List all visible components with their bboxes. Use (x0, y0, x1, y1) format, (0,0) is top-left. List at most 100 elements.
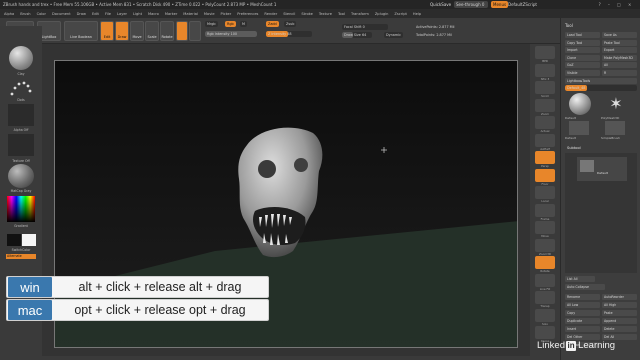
subtool-all-high-button[interactable]: All High (602, 302, 637, 308)
tool-paste-tool-button[interactable]: Paste Tool (602, 39, 637, 46)
menu-help[interactable]: Help (413, 12, 421, 16)
tool-import-button[interactable]: Import (565, 47, 600, 53)
m-button[interactable]: M (240, 21, 247, 27)
clay-brush-icon[interactable] (9, 46, 33, 70)
move-button[interactable]: Move (130, 21, 144, 41)
menu-color[interactable]: Color (37, 12, 46, 16)
menu-file[interactable]: File (105, 12, 111, 16)
menu-picker[interactable]: Picker (221, 12, 232, 16)
tool-thumb-simplebrush[interactable] (605, 121, 625, 135)
see-through-slider[interactable]: See-through 0 (454, 1, 488, 8)
menu-zplugin[interactable]: Zplugin (375, 12, 389, 16)
tool-all-button[interactable]: All (602, 62, 637, 68)
menu-document[interactable]: Document (52, 12, 71, 16)
zsub-button[interactable]: Zsub (284, 21, 297, 27)
subtool-copy-button[interactable]: Copy (565, 310, 600, 316)
right-shelf-move-button[interactable] (535, 221, 555, 234)
sphere-mode-icon[interactable] (189, 21, 201, 41)
rotate-button[interactable]: Rotate (160, 21, 174, 41)
menu-light[interactable]: Light (133, 12, 142, 16)
menu-layer[interactable]: Layer (117, 12, 127, 16)
tool-load-tool-button[interactable]: Load Tool (565, 32, 600, 38)
maximize-icon[interactable]: □ (617, 2, 621, 7)
main-color-swatch[interactable] (7, 234, 21, 246)
alpha-off-icon[interactable] (8, 104, 34, 126)
right-shelf-zoom-button[interactable] (535, 98, 555, 112)
subtool-append-button[interactable]: Append (602, 318, 637, 324)
minimize-icon[interactable]: – (608, 2, 610, 7)
menu-zscript[interactable]: Zscript (394, 12, 406, 16)
matcap-gray-icon[interactable] (8, 164, 34, 188)
right-shelf-solo-button[interactable] (535, 308, 555, 322)
tool-slider[interactable]: Default_48 (565, 85, 637, 91)
draw-button[interactable]: Draw (115, 21, 129, 41)
right-shelf-actual-button[interactable] (535, 116, 555, 129)
tool-thumb-polymesh-icon[interactable]: ✶ (605, 93, 627, 115)
menu-preferences[interactable]: Preferences (237, 12, 258, 16)
menu-stroke[interactable]: Stroke (301, 12, 312, 16)
subtool-insert-button[interactable]: Insert (565, 326, 600, 332)
edit-button[interactable]: Edit (100, 21, 114, 41)
tool-thumb-default-2[interactable] (569, 121, 589, 135)
close-icon[interactable]: × (628, 2, 631, 7)
mrgb-button[interactable]: Mrgb (205, 21, 218, 27)
help-icon[interactable]: ? (599, 2, 601, 7)
subtool-autoreorder-button[interactable]: AutoReorder (602, 294, 637, 300)
right-shelf-frame-button[interactable] (535, 203, 555, 217)
subtool-duplicate-button[interactable]: Duplicate (565, 318, 600, 324)
secondary-color-swatch[interactable] (22, 234, 36, 246)
right-shelf-floor-button[interactable] (535, 168, 555, 182)
subtool-all-low-button[interactable]: All Low (565, 302, 600, 308)
tool-export-button[interactable]: Export (602, 47, 637, 53)
list-all-button[interactable]: List All (565, 276, 595, 282)
default-zscript-button[interactable]: DefaultZScript (508, 1, 537, 8)
tool-goz-button[interactable]: GoZ (565, 62, 600, 68)
scale-button[interactable]: Scale (145, 21, 159, 41)
tool-make-polymesh3d-button[interactable]: Make PolyMesh3D (602, 54, 637, 61)
right-shelf-spix-3-button[interactable] (535, 63, 555, 77)
menu-movie[interactable]: Movie (204, 12, 215, 16)
z-intensity-slider[interactable]: Z Intensity 48 (266, 31, 312, 37)
auto-collapse-button[interactable]: Auto Collapse (565, 284, 605, 290)
right-shelf-zoom3d-button[interactable] (535, 238, 555, 252)
subtool-rename-button[interactable]: Rename (565, 294, 600, 300)
dynamic-button[interactable]: Dynamic (384, 32, 403, 38)
subtool-delete-button[interactable]: Delete (602, 326, 637, 332)
draw-size-slider[interactable]: Draw Size 64 (342, 32, 372, 38)
right-shelf-transp-button[interactable] (535, 291, 555, 304)
right-shelf-persp-button[interactable] (535, 151, 555, 164)
window-controls[interactable]: ? – □ × (595, 1, 635, 8)
menu-draw[interactable]: Draw (77, 12, 86, 16)
tool-save-as-button[interactable]: Save As (602, 32, 637, 38)
brush-mode-icon[interactable] (176, 21, 188, 41)
alternate-button[interactable]: Alternate (6, 254, 36, 259)
menus-button[interactable]: Menus (491, 1, 509, 8)
right-shelf-aahalf-button[interactable] (535, 133, 555, 147)
switch-color-label[interactable]: SwitchColor (0, 248, 42, 252)
subtool-paste-button[interactable]: Paste (602, 310, 637, 316)
rgb-intensity-slider[interactable]: Rgb Intensity 100 (205, 31, 257, 37)
menu-stencil[interactable]: Stencil (283, 12, 295, 16)
menu-transform[interactable]: Transform (351, 12, 369, 16)
focal-shift-slider[interactable]: Focal Shift 0 (342, 24, 388, 30)
right-shelf-line-fill-button[interactable] (535, 273, 555, 287)
menu-alpha[interactable]: Alpha (4, 12, 14, 16)
menu-material[interactable]: Material (183, 12, 198, 16)
lightbox-tools-button[interactable]: Lightbox▸Tools (565, 78, 637, 84)
menu-render[interactable]: Render (264, 12, 277, 16)
color-picker[interactable] (7, 196, 35, 222)
menu-edit[interactable]: Edit (92, 12, 99, 16)
tool-copy-tool-button[interactable]: Copy Tool (565, 39, 600, 46)
right-shelf-scroll-button[interactable] (535, 81, 555, 94)
menu-brush[interactable]: Brush (20, 12, 30, 16)
right-shelf-bpr-button[interactable] (535, 46, 555, 59)
tool-thumb-default[interactable] (569, 93, 591, 115)
rgb-button[interactable]: Rgb (225, 21, 236, 27)
right-shelf-rotate-button[interactable] (535, 256, 555, 269)
dots-stroke-icon[interactable] (8, 78, 34, 98)
live-boolean-button[interactable]: Live Boolean (64, 21, 98, 41)
tool-r-button[interactable]: R (602, 69, 637, 76)
right-shelf-local-button[interactable] (535, 186, 555, 199)
menu-macro[interactable]: Macro (148, 12, 159, 16)
subtool-item[interactable]: Default (577, 157, 627, 181)
